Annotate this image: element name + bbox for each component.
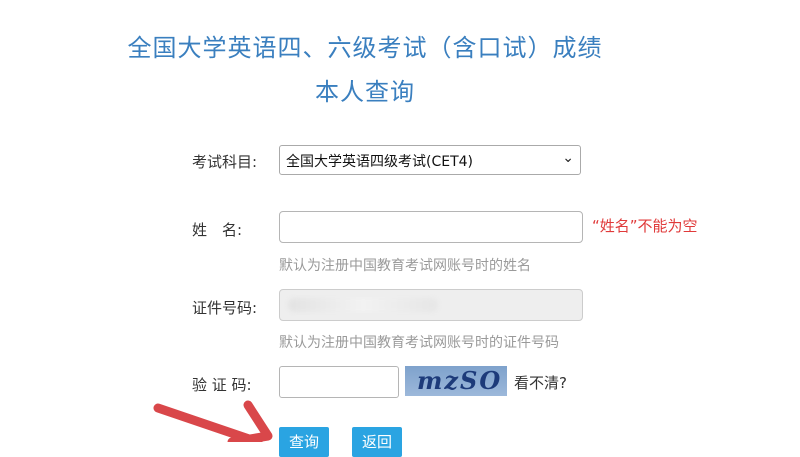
annotation-arrow-icon [153, 400, 273, 442]
